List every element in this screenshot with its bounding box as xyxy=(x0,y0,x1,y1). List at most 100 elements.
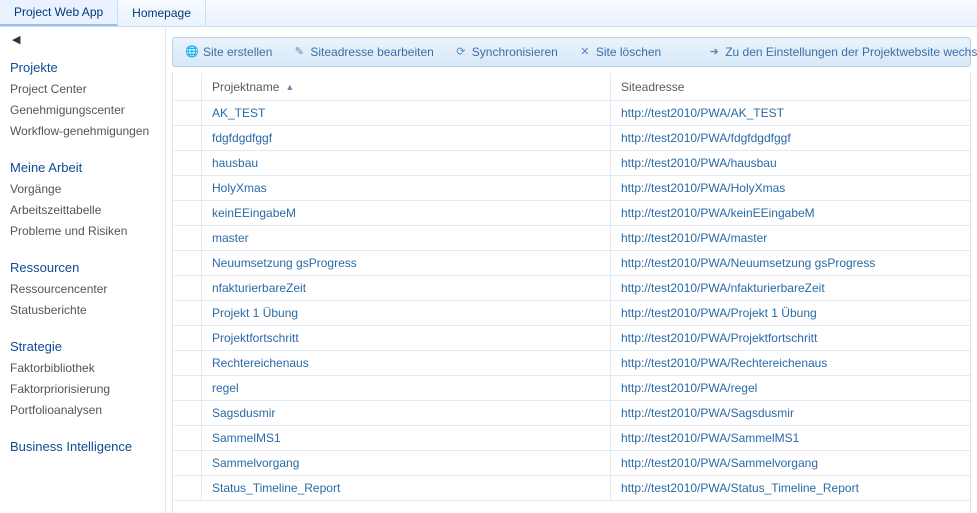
table-row[interactable]: SammelMS1 http://test2010/PWA/SammelMS1 xyxy=(173,426,970,451)
table-row[interactable]: Projektfortschritt http://test2010/PWA/Pr… xyxy=(173,326,970,351)
project-name-link[interactable]: regel xyxy=(212,381,239,395)
table-row[interactable]: Sammelvorgang http://test2010/PWA/Sammelv… xyxy=(173,451,970,476)
row-selector[interactable] xyxy=(173,201,202,225)
nav-title-meine-arbeit[interactable]: Meine Arbeit xyxy=(10,154,165,179)
project-name-link[interactable]: nfakturierbareZeit xyxy=(212,281,306,295)
site-address-link[interactable]: http://test2010/PWA/SammelMS1 xyxy=(621,431,799,445)
row-selector[interactable] xyxy=(173,251,202,275)
row-selector[interactable] xyxy=(173,376,202,400)
table-row[interactable]: Rechtereichenaus http://test2010/PWA/Rech… xyxy=(173,351,970,376)
nav-item-workflow-genehmigungen[interactable]: Workflow-genehmigungen xyxy=(10,121,165,142)
project-name-link[interactable]: Sammelvorgang xyxy=(212,456,299,470)
project-name-link[interactable]: master xyxy=(212,231,249,245)
nav-item-arbeitszeittabelle[interactable]: Arbeitszeittabelle xyxy=(10,200,165,221)
nav-item-ressourcencenter[interactable]: Ressourcencenter xyxy=(10,279,165,300)
table-row[interactable]: fdgfdgdfggf http://test2010/PWA/fdgfdgdfg… xyxy=(173,126,970,151)
nav-item-statusberichte[interactable]: Statusberichte xyxy=(10,300,165,321)
site-address-link[interactable]: http://test2010/PWA/Projektfortschritt xyxy=(621,331,817,345)
nav-item-project-center[interactable]: Project Center xyxy=(10,79,165,100)
project-name-link[interactable]: hausbau xyxy=(212,156,258,170)
table-row[interactable]: hausbau http://test2010/PWA/hausbau xyxy=(173,151,970,176)
tab-label: Homepage xyxy=(132,6,191,20)
project-name-link[interactable]: Status_Timeline_Report xyxy=(212,481,340,495)
nav-item-probleme-und-risiken[interactable]: Probleme und Risiken xyxy=(10,221,165,242)
row-selector[interactable] xyxy=(173,226,202,250)
row-selector[interactable] xyxy=(173,176,202,200)
column-header-projektname[interactable]: Projektname ▲ xyxy=(202,73,611,100)
site-address-link[interactable]: http://test2010/PWA/Projekt 1 Übung xyxy=(621,306,817,320)
row-selector[interactable] xyxy=(173,151,202,175)
top-tab-bar: Project Web App Homepage xyxy=(0,0,977,27)
nav-title-business-intelligence[interactable]: Business Intelligence xyxy=(10,433,165,458)
site-address-link[interactable]: http://test2010/PWA/regel xyxy=(621,381,757,395)
site-address-link[interactable]: http://test2010/PWA/HolyXmas xyxy=(621,181,785,195)
site-address-link[interactable]: http://test2010/PWA/Sammelvorgang xyxy=(621,456,818,470)
delete-site-button[interactable]: ✕ Site löschen xyxy=(570,40,669,64)
row-selector[interactable] xyxy=(173,401,202,425)
project-name-link[interactable]: Projekt 1 Übung xyxy=(212,306,298,320)
table-row[interactable]: AK_TEST http://test2010/PWA/AK_TEST xyxy=(173,101,970,126)
nav-title-ressourcen[interactable]: Ressourcen xyxy=(10,254,165,279)
project-name-link[interactable]: Sagsdusmir xyxy=(212,406,275,420)
row-selector[interactable] xyxy=(173,451,202,475)
cell-projektname: fdgfdgdfggf xyxy=(202,126,611,150)
row-selector[interactable] xyxy=(173,276,202,300)
project-name-link[interactable]: keinEEingabeM xyxy=(212,206,296,220)
site-address-link[interactable]: http://test2010/PWA/Status_Timeline_Repo… xyxy=(621,481,859,495)
site-address-link[interactable]: http://test2010/PWA/master xyxy=(621,231,767,245)
cell-projektname: SammelMS1 xyxy=(202,426,611,450)
site-address-link[interactable]: http://test2010/PWA/fdgfdgdfggf xyxy=(621,131,791,145)
site-address-link[interactable]: http://test2010/PWA/Rechtereichenaus xyxy=(621,356,827,370)
row-selector[interactable] xyxy=(173,126,202,150)
row-selector[interactable] xyxy=(173,351,202,375)
nav-title-projekte[interactable]: Projekte xyxy=(10,54,165,79)
table-row[interactable]: nfakturierbareZeit http://test2010/PWA/nf… xyxy=(173,276,970,301)
tab-project-web-app[interactable]: Project Web App xyxy=(0,0,118,26)
nav-item-genehmigungscenter[interactable]: Genehmigungscenter xyxy=(10,100,165,121)
table-row[interactable]: Projekt 1 Übung http://test2010/PWA/Proje… xyxy=(173,301,970,326)
site-address-link[interactable]: http://test2010/PWA/nfakturierbareZeit xyxy=(621,281,825,295)
row-selector[interactable] xyxy=(173,301,202,325)
row-selector-header[interactable] xyxy=(173,73,202,100)
project-name-link[interactable]: Rechtereichenaus xyxy=(212,356,309,370)
site-address-link[interactable]: http://test2010/PWA/Neuumsetzung gsProgr… xyxy=(621,256,875,270)
project-name-link[interactable]: AK_TEST xyxy=(212,106,265,120)
project-name-link[interactable]: Neuumsetzung gsProgress xyxy=(212,256,357,270)
project-name-link[interactable]: SammelMS1 xyxy=(212,431,281,445)
table-row[interactable]: keinEEingabeM http://test2010/PWA/keinEEi… xyxy=(173,201,970,226)
site-address-link[interactable]: http://test2010/PWA/keinEEingabeM xyxy=(621,206,815,220)
cell-siteadresse: http://test2010/PWA/SammelMS1 xyxy=(611,426,970,450)
nav-item-faktorpriorisierung[interactable]: Faktorpriorisierung xyxy=(10,379,165,400)
column-header-siteadresse[interactable]: Siteadresse xyxy=(611,73,970,100)
cell-projektname: Sagsdusmir xyxy=(202,401,611,425)
project-name-link[interactable]: Projektfortschritt xyxy=(212,331,299,345)
table-row[interactable]: master http://test2010/PWA/master xyxy=(173,226,970,251)
table-row[interactable]: Sagsdusmir http://test2010/PWA/Sagsdusmir xyxy=(173,401,970,426)
project-name-link[interactable]: fdgfdgdfggf xyxy=(212,131,272,145)
sync-button[interactable]: ⟳ Synchronisieren xyxy=(446,40,566,64)
nav-item-vorgaenge[interactable]: Vorgänge xyxy=(10,179,165,200)
nav-item-faktorbibliothek[interactable]: Faktorbibliothek xyxy=(10,358,165,379)
row-selector[interactable] xyxy=(173,476,202,500)
goto-site-settings-button[interactable]: ➜ Zu den Einstellungen der Projektwebsit… xyxy=(699,40,977,64)
project-name-link[interactable]: HolyXmas xyxy=(212,181,267,195)
cell-projektname: Sammelvorgang xyxy=(202,451,611,475)
row-selector[interactable] xyxy=(173,426,202,450)
edit-site-address-button[interactable]: ✎ Siteadresse bearbeiten xyxy=(284,40,441,64)
table-row[interactable]: regel http://test2010/PWA/regel xyxy=(173,376,970,401)
table-row[interactable]: Status_Timeline_Report http://test2010/PW… xyxy=(173,476,970,501)
cell-siteadresse: http://test2010/PWA/Sammelvorgang xyxy=(611,451,970,475)
site-address-link[interactable]: http://test2010/PWA/hausbau xyxy=(621,156,777,170)
row-selector[interactable] xyxy=(173,101,202,125)
site-address-link[interactable]: http://test2010/PWA/Sagsdusmir xyxy=(621,406,794,420)
tab-homepage[interactable]: Homepage xyxy=(118,0,206,26)
back-arrow-icon[interactable]: ◀ xyxy=(10,31,165,54)
site-address-link[interactable]: http://test2010/PWA/AK_TEST xyxy=(621,106,784,120)
row-selector[interactable] xyxy=(173,326,202,350)
create-site-button[interactable]: 🌐 Site erstellen xyxy=(177,40,280,64)
table-row[interactable]: HolyXmas http://test2010/PWA/HolyXmas xyxy=(173,176,970,201)
nav-item-portfolioanalysen[interactable]: Portfolioanalysen xyxy=(10,400,165,421)
nav-title-strategie[interactable]: Strategie xyxy=(10,333,165,358)
cell-projektname: keinEEingabeM xyxy=(202,201,611,225)
table-row[interactable]: Neuumsetzung gsProgress http://test2010/P… xyxy=(173,251,970,276)
